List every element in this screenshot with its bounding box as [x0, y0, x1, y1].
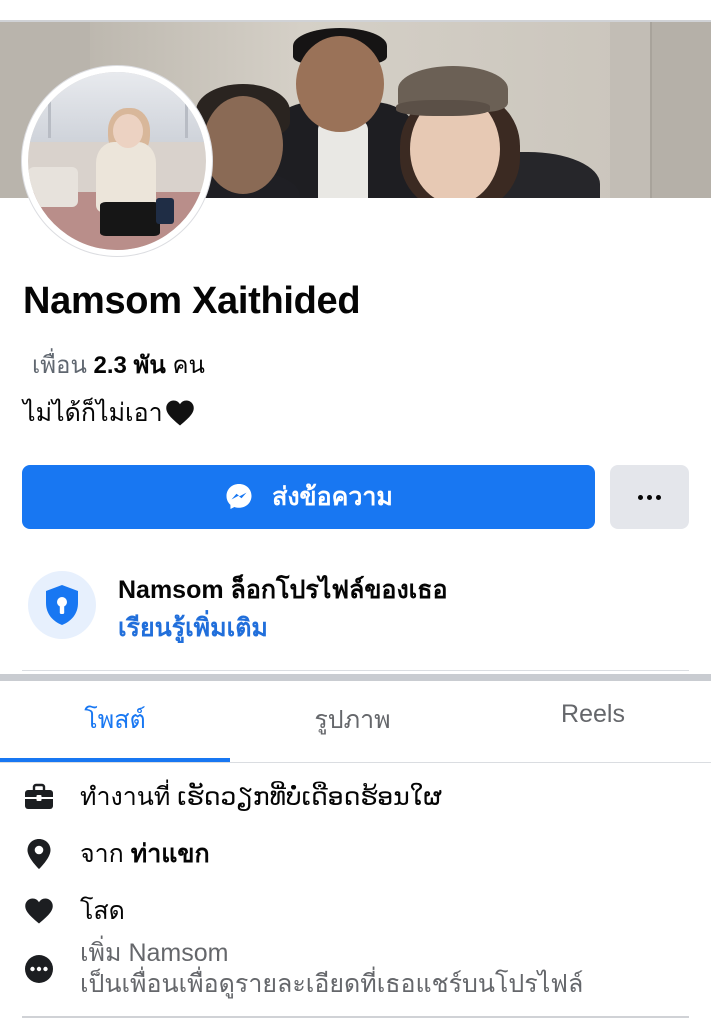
tab-reels[interactable]: Reels	[475, 700, 711, 762]
heart-icon	[22, 894, 56, 928]
friends-suffix: คน	[172, 352, 205, 379]
friends-count[interactable]: เพื่อน 2.3 พัน คน	[32, 345, 205, 384]
detail-work: ทำงานที่ ເຮັດວຽກທີ່ບໍ່ເດືອດຮ້ອນໃຜ	[22, 777, 442, 817]
detail-from: จาก ท่าแขก	[22, 834, 210, 874]
tabs-divider	[0, 762, 711, 763]
section-divider	[0, 674, 711, 681]
learn-more-link[interactable]: เรียนรู้เพิ่มเติม	[118, 608, 268, 648]
bottom-divider	[22, 1016, 689, 1018]
more-options-button[interactable]	[610, 465, 689, 529]
detail-add-friend[interactable]: เพิ่ม Namsom เป็นเพื่อนเพื่อดูรายละเอียด…	[22, 938, 583, 1000]
more-dots-icon	[638, 494, 661, 500]
more-circle-icon	[22, 952, 56, 986]
shield-lock-icon	[28, 571, 96, 639]
friends-number: 2.3 พัน	[93, 352, 166, 379]
from-value[interactable]: ท่าแขก	[131, 834, 210, 874]
from-prefix: จาก	[80, 840, 124, 868]
send-message-label: ส่งข้อความ	[272, 483, 393, 511]
top-bar	[0, 0, 711, 22]
lock-notice-text: ล็อกโปรไฟล์ของเธอ	[230, 576, 448, 604]
briefcase-icon	[22, 780, 56, 814]
relationship-value: โสด	[80, 897, 125, 925]
detail-relationship: โสด	[22, 891, 125, 931]
tab-photos[interactable]: รูปภาพ	[230, 700, 475, 762]
work-value: ເຮັດວຽກທີ່ບໍ່ເດືອດຮ້ອນໃຜ	[177, 783, 443, 811]
send-message-button[interactable]: ส่งข้อความ	[22, 465, 595, 529]
bio-text: ไม่ได้ก็ไม่เอา	[23, 399, 163, 427]
profile-bio: ไม่ได้ก็ไม่เอา	[23, 393, 195, 433]
work-prefix: ทำงานที่	[80, 783, 171, 811]
divider	[22, 670, 689, 671]
lock-notice-name: Namsom	[118, 576, 224, 604]
lock-notice-title: Namsom ล็อกโปรไฟล์ของเธอ	[118, 570, 447, 610]
location-pin-icon	[22, 837, 56, 871]
tab-posts[interactable]: โพสต์	[0, 700, 230, 762]
black-heart-emoji	[165, 400, 194, 426]
messenger-icon	[226, 484, 252, 509]
profile-name: Namsom Xaithided	[23, 280, 361, 322]
add-friend-line1: เพิ่ม Namsom	[80, 939, 229, 967]
friends-prefix: เพื่อน	[32, 352, 87, 379]
avatar[interactable]	[28, 72, 206, 250]
add-friend-line2: เป็นเพื่อนเพื่อดูรายละเอียดที่เธอแชร์บนโ…	[80, 970, 584, 998]
